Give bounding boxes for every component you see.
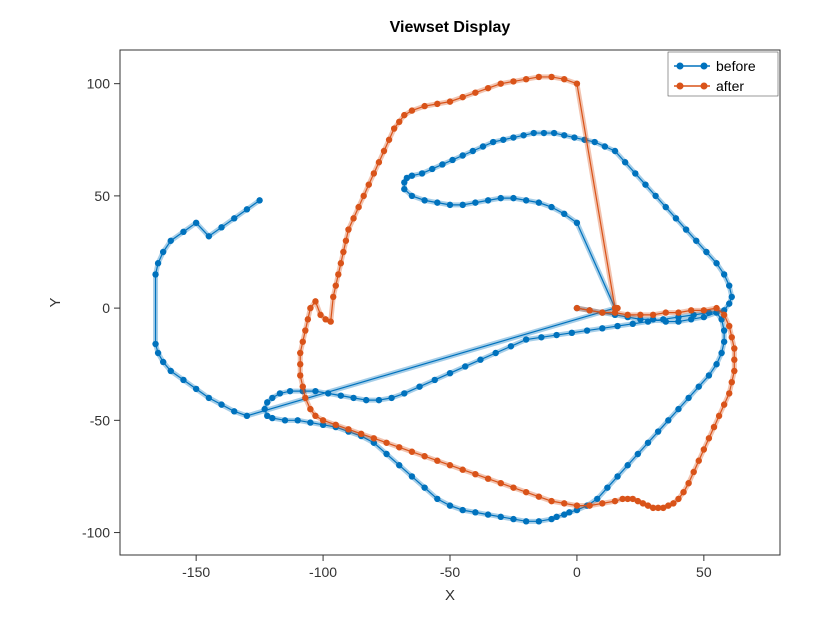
svg-text:-100: -100 <box>309 564 337 580</box>
x-axis-label: X <box>445 587 455 604</box>
x-ticks: -150 -100 -50 0 50 <box>182 555 712 580</box>
svg-text:50: 50 <box>94 188 110 204</box>
svg-text:-50: -50 <box>90 412 110 428</box>
y-ticks: -100 -50 0 50 100 <box>82 76 120 541</box>
legend-label-after: after <box>716 78 744 94</box>
svg-text:100: 100 <box>87 76 111 92</box>
legend: before after <box>668 52 778 96</box>
svg-text:-50: -50 <box>440 564 460 580</box>
y-axis-label: Y <box>47 297 64 307</box>
svg-text:50: 50 <box>696 564 712 580</box>
svg-text:0: 0 <box>573 564 581 580</box>
chart-title: Viewset Display <box>390 19 511 36</box>
legend-label-before: before <box>716 58 756 74</box>
svg-text:-150: -150 <box>182 564 210 580</box>
plot-background <box>120 50 780 555</box>
chart-svg: -150 -100 -50 0 50 -100 -50 0 50 100 Viewset Dis… <box>0 0 840 630</box>
svg-text:-100: -100 <box>82 525 110 541</box>
svg-text:0: 0 <box>102 300 110 316</box>
chart-container: -150 -100 -50 0 50 -100 -50 0 50 100 Viewset Dis… <box>0 0 840 630</box>
